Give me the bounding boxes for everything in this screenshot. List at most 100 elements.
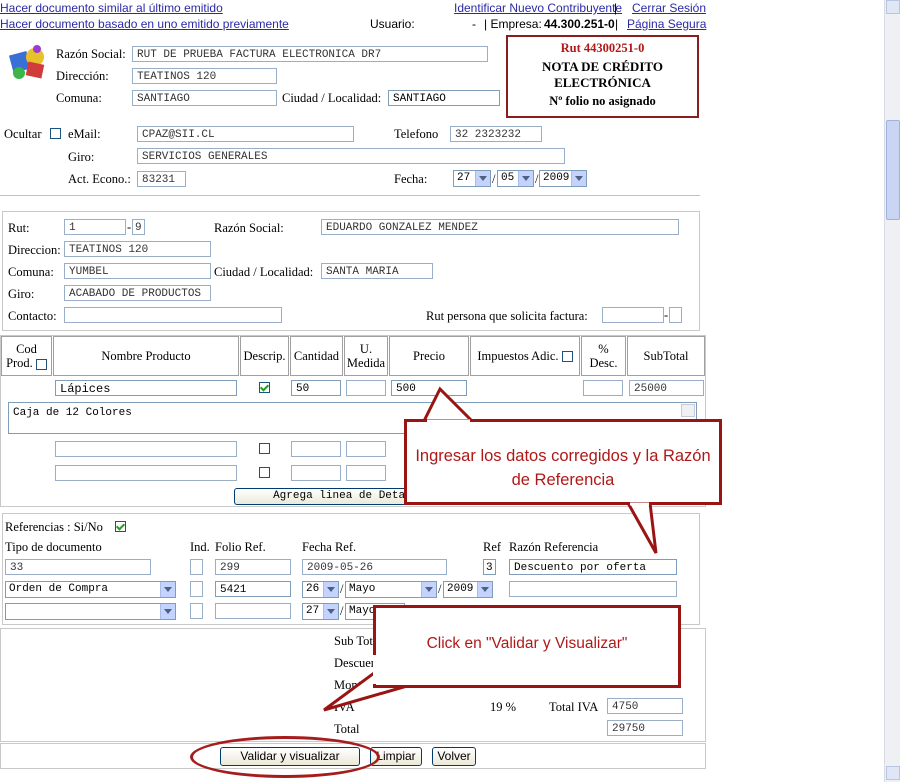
folio-ref-field[interactable]	[215, 603, 291, 619]
header-descrip: Descrip.	[240, 336, 289, 376]
rut-solicita-field[interactable]	[602, 307, 664, 323]
slash: /	[492, 172, 496, 186]
cod-prod-checkbox[interactable]	[35, 358, 47, 370]
header-subtotal: SubTotal	[627, 336, 705, 376]
dash: -	[664, 308, 669, 322]
identificar-contribuyente-link[interactable]: Identificar Nuevo Contribuyente	[454, 1, 622, 15]
scroll-up-icon[interactable]	[886, 0, 900, 14]
receptor-razon-field[interactable]: EDUARDO GONZALEZ MENDEZ	[321, 219, 679, 235]
direccion-field[interactable]: TEATINOS 120	[132, 68, 277, 84]
pagina-segura-link[interactable]: Página Segura	[627, 17, 706, 31]
highlight-ellipse	[190, 736, 380, 778]
dash: -	[127, 220, 132, 234]
impuestos-checkbox[interactable]	[561, 350, 573, 362]
receptor-ciudad-field[interactable]: SANTA MARIA	[321, 263, 433, 279]
email-field[interactable]: CPAZ@SII.CL	[137, 126, 354, 142]
chevron-down-icon	[160, 582, 175, 597]
razon-social-field[interactable]: RUT DE PRUEBA FACTURA ELECTRONICA DR7	[132, 46, 488, 62]
rut-dv-field[interactable]: 9	[132, 219, 145, 235]
separator: |	[615, 17, 619, 31]
page-scrollbar[interactable]	[884, 0, 900, 782]
chevron-down-icon	[571, 171, 586, 186]
doc-folio: Nº folio no asignado	[549, 94, 656, 108]
receptor-direccion-field[interactable]: TEATINOS 120	[64, 241, 211, 257]
empresa-value: 44.300.251-0	[544, 17, 615, 31]
header-cantidad: Cantidad	[290, 336, 343, 376]
header-cod-prod: Cod Prod.	[1, 336, 52, 376]
ciudad-label: Ciudad / Localidad:	[282, 91, 382, 105]
descrip-checkbox[interactable]	[259, 443, 270, 454]
chevron-down-icon	[518, 171, 533, 186]
ciudad-label: Ciudad / Localidad:	[214, 265, 314, 279]
direccion-label: Direccion:	[8, 243, 61, 257]
cantidad-field[interactable]: 50	[291, 380, 341, 396]
ind-field[interactable]	[190, 603, 203, 619]
contacto-field[interactable]	[64, 307, 282, 323]
doc-type-line2: ELECTRÓNICA	[554, 75, 651, 90]
fecha-label: Fecha:	[394, 172, 428, 186]
ciudad-field[interactable]: SANTIAGO	[388, 90, 500, 106]
cerrar-sesion-link[interactable]: Cerrar Sesión	[632, 1, 706, 15]
rut-field[interactable]: 1	[64, 219, 126, 235]
ocultar-checkbox[interactable]	[50, 128, 61, 139]
scrollbar-thumb[interactable]	[886, 120, 900, 220]
fecha-anio-select[interactable]: 2009	[443, 581, 493, 598]
folio-ref-field[interactable]: 299	[215, 559, 291, 575]
folio-ref-label: Folio Ref.	[215, 540, 266, 554]
similar-document-link[interactable]: Hacer documento similar al último emitid…	[0, 1, 223, 15]
nombre-producto-field[interactable]	[55, 441, 237, 457]
callout-2-cover-icon	[373, 655, 377, 684]
company-logo-icon	[7, 43, 49, 83]
act-econo-field[interactable]: 83231	[137, 171, 186, 187]
tipo-doc-select[interactable]: Orden de Compra	[5, 581, 176, 598]
total-label: Total	[334, 722, 360, 736]
fecha-mes-select[interactable]: 05	[497, 170, 534, 187]
act-econo-label: Act. Econo.:	[68, 172, 131, 186]
fecha-dia-select[interactable]: 27	[453, 170, 491, 187]
referencias-checkbox[interactable]	[115, 521, 126, 532]
header-impuestos: Impuestos Adic.	[470, 336, 580, 376]
razon-social-label: Razón Social:	[214, 221, 284, 235]
email-label: eMail:	[68, 127, 101, 141]
chevron-down-icon	[421, 582, 436, 597]
header-umedida: U. Medida	[344, 336, 388, 376]
doc-type-line1: NOTA DE CRÉDITO	[542, 59, 663, 74]
total-field[interactable]: 29750	[607, 720, 683, 736]
based-document-link[interactable]: Hacer documento basado en uno emitido pr…	[0, 17, 289, 31]
divider	[0, 195, 700, 196]
slash: /	[340, 582, 344, 596]
fecha-dia-select[interactable]: 26	[302, 581, 339, 598]
nombre-producto-field[interactable]: Lápices	[55, 380, 237, 396]
scroll-down-icon[interactable]	[886, 766, 900, 780]
umedida-field[interactable]	[346, 380, 386, 396]
telefono-label: Telefono	[394, 127, 439, 141]
comuna-field[interactable]: SANTIAGO	[132, 90, 277, 106]
receptor-giro-field[interactable]: ACABADO DE PRODUCTOS	[64, 285, 211, 301]
cantidad-field[interactable]	[291, 441, 341, 457]
umedida-field[interactable]	[346, 465, 386, 481]
telefono-field[interactable]: 32 2323232	[450, 126, 542, 142]
rut-label: Rut:	[8, 221, 30, 235]
fecha-anio-select[interactable]: 2009	[539, 170, 587, 187]
descrip-checkbox[interactable]	[259, 467, 270, 478]
descrip-checkbox[interactable]	[259, 382, 270, 393]
rut-solicita-dv-field[interactable]	[669, 307, 682, 323]
tipo-doc-field[interactable]: 33	[5, 559, 151, 575]
tipo-doc-select[interactable]	[5, 603, 176, 620]
razon-referencia-field[interactable]	[509, 581, 677, 597]
receptor-comuna-field[interactable]: YUMBEL	[64, 263, 211, 279]
nombre-producto-field[interactable]	[55, 465, 237, 481]
ind-field[interactable]	[190, 581, 203, 597]
usuario-value: -	[472, 17, 476, 31]
fecha-mes-select[interactable]: Mayo	[345, 581, 437, 598]
ind-field[interactable]	[190, 559, 203, 575]
folio-ref-field[interactable]: 5421	[215, 581, 291, 597]
separator: |	[614, 1, 618, 15]
header-nombre: Nombre Producto	[53, 336, 239, 376]
chevron-down-icon	[323, 582, 338, 597]
volver-button[interactable]: Volver	[432, 747, 476, 766]
giro-field[interactable]: SERVICIOS GENERALES	[137, 148, 565, 164]
cantidad-field[interactable]	[291, 465, 341, 481]
umedida-field[interactable]	[346, 441, 386, 457]
tipo-doc-label: Tipo de documento	[5, 540, 102, 554]
